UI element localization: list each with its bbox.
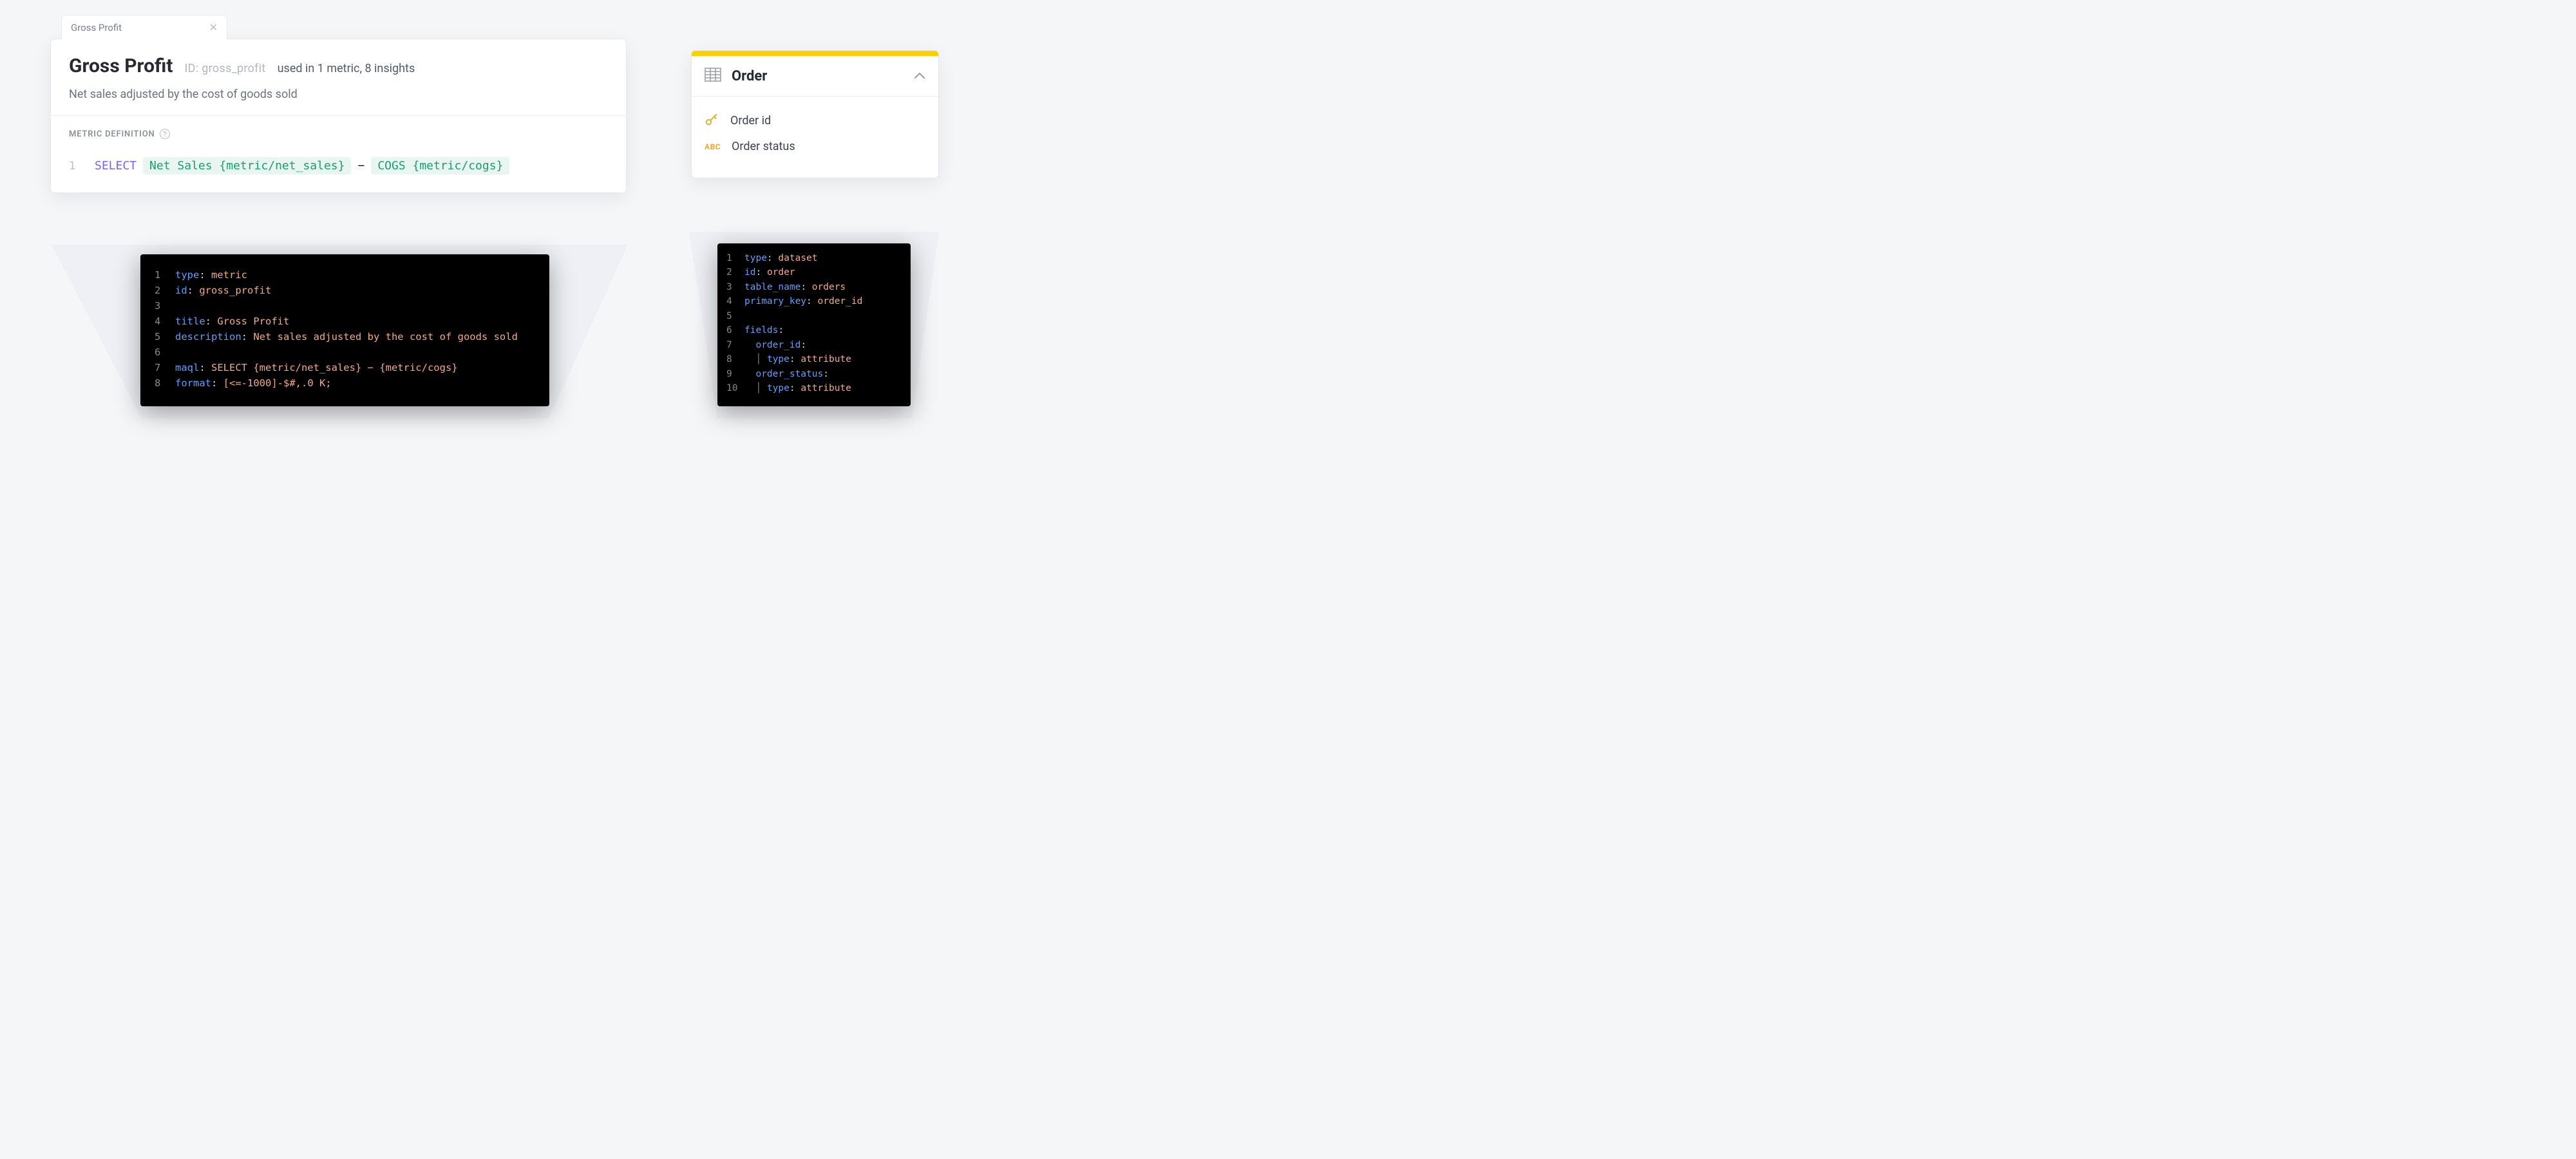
code-line: 10 │ type: attribute: [726, 381, 902, 395]
code-line: 5description: Net sales adjusted by the …: [155, 329, 535, 344]
code-line: 7 order_id:: [726, 338, 902, 352]
code-line: 9 order_status:: [726, 367, 902, 381]
metric-description: Net sales adjusted by the cost of goods …: [69, 88, 608, 101]
code-line: 4title: Gross Profit: [155, 314, 535, 329]
metric-tab[interactable]: Gross Profit ✕: [61, 15, 227, 39]
code-line: 2id: gross_profit: [155, 283, 535, 298]
metric-usage: used in 1 metric, 8 insights: [278, 62, 415, 75]
metric-detail-card: Gross Profit ✕ Gross Profit ID: gross_pr…: [50, 39, 627, 193]
metric-title: Gross Profit: [69, 55, 173, 77]
code-line: 3: [155, 298, 535, 314]
metric-id: ID: gross_profit: [184, 62, 265, 75]
code-line: 5: [726, 309, 902, 323]
dataset-field-row[interactable]: Order id: [705, 107, 925, 135]
help-icon[interactable]: ?: [160, 129, 170, 139]
metric-pill-cogs[interactable]: COGS {metric/cogs}: [371, 157, 509, 174]
operator-minus: −: [357, 159, 365, 173]
dataset-fields: Order id ABC Order status: [692, 97, 938, 178]
line-number: 1: [69, 160, 95, 173]
code-line: 4primary_key: order_id: [726, 294, 902, 308]
section-label: METRIC DEFINITION ?: [69, 129, 608, 139]
dataset-header[interactable]: Order: [692, 56, 938, 97]
maql-editor-line[interactable]: 1 SELECT Net Sales {metric/net_sales} − …: [69, 157, 608, 174]
code-line: 2id: order: [726, 265, 902, 279]
tab-label: Gross Profit: [71, 22, 122, 33]
code-line: 6: [155, 344, 535, 360]
abc-icon: ABC: [705, 142, 720, 151]
code-line: 8format: [<=-1000]-$#,.0 K;: [155, 375, 535, 391]
code-line: 1type: dataset: [726, 251, 902, 265]
metric-yaml-code: 1type: metric2id: gross_profit34title: G…: [140, 254, 549, 406]
dataset-title: Order: [732, 68, 767, 84]
field-label: Order status: [732, 140, 795, 153]
code-line: 6fields:: [726, 323, 902, 337]
code-line: 1type: metric: [155, 267, 535, 283]
metric-pill-net-sales[interactable]: Net Sales {metric/net_sales}: [143, 157, 351, 174]
metric-header: Gross Profit ID: gross_profit used in 1 …: [51, 39, 626, 115]
field-label: Order id: [730, 114, 771, 127]
dataset-yaml-code: 1type: dataset2id: order3table_name: ord…: [717, 243, 911, 406]
code-line: 8 │ type: attribute: [726, 352, 902, 366]
key-icon: [705, 112, 719, 129]
dataset-accent-bar: [692, 51, 938, 56]
chevron-up-icon[interactable]: [914, 70, 925, 82]
table-icon: [705, 68, 721, 84]
code-line: 3table_name: orders: [726, 280, 902, 294]
metric-definition-section: METRIC DEFINITION ? 1 SELECT Net Sales {…: [51, 116, 626, 193]
keyword-select: SELECT: [95, 159, 137, 173]
dataset-field-row[interactable]: ABC Order status: [705, 135, 925, 158]
dataset-card: Order Order id ABC Order status: [691, 50, 939, 178]
close-icon[interactable]: ✕: [209, 21, 218, 33]
code-line: 7maql: SELECT {metric/net_sales} − {metr…: [155, 360, 535, 375]
